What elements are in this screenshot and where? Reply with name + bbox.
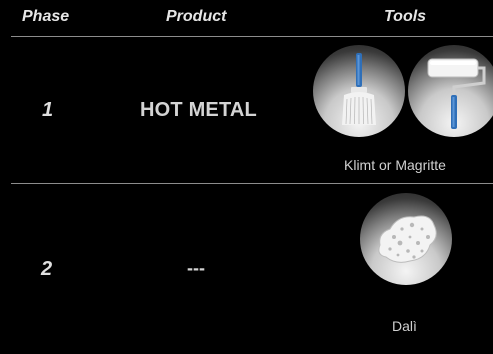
- header-divider: [11, 36, 493, 37]
- row-divider: [11, 183, 493, 184]
- phase-2-number: 2: [41, 258, 53, 280]
- tool-caption-phase-1: Klimt or Magritte: [344, 157, 446, 173]
- tool-caption-phase-2: Dalì: [392, 318, 417, 334]
- header-tools: Tools: [384, 8, 427, 25]
- header-phase: Phase: [22, 8, 70, 25]
- header-product: Product: [166, 8, 227, 25]
- paint-roller-icon: [408, 45, 493, 137]
- paint-brush-icon: [313, 45, 405, 137]
- phase-1-number: 1: [42, 99, 54, 121]
- phase-2-product: ---: [187, 258, 205, 278]
- sponge-icon: [360, 193, 452, 285]
- phase-1-product: HOT METAL: [140, 99, 257, 121]
